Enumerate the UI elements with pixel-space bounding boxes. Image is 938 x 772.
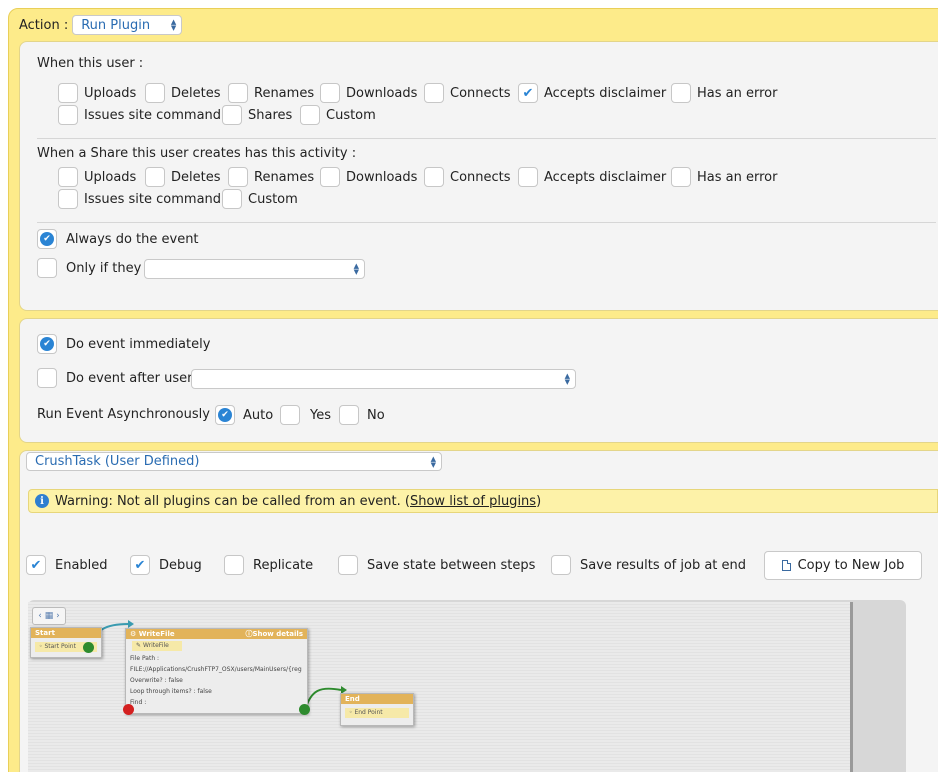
replicate-checkbox[interactable]: Replicate [224, 555, 313, 575]
action-row: Action : Run Plugin ▲ ▼ [19, 15, 183, 35]
writefile-input-port[interactable] [123, 704, 134, 715]
select-arrows-icon: ▲ ▼ [564, 372, 570, 386]
async-no-radio[interactable]: No [339, 405, 385, 425]
select-arrows-icon: ▲ ▼ [170, 18, 177, 32]
writefile-output-port[interactable] [299, 704, 310, 715]
async-yes-radio[interactable]: Yes [280, 405, 331, 425]
show-details-link[interactable]: ⓘShow details [245, 629, 303, 639]
user-deletes-checkbox[interactable]: Deletes [145, 83, 221, 103]
action-select[interactable]: Run Plugin ▲ ▼ [72, 15, 183, 35]
flow-designer: ‹ ▦ › Start ◦ Start Point ⚙ WriteFile ⓘS… [28, 600, 906, 772]
writefile-node[interactable]: ⚙ WriteFile ⓘShow details ✎ WriteFile Fi… [125, 628, 308, 714]
share-custom-checkbox[interactable]: Custom [222, 189, 298, 209]
user-shares-checkbox[interactable]: Shares [222, 105, 292, 125]
debug-checkbox[interactable]: ✔ Debug [130, 555, 202, 575]
select-arrows-icon: ▲ ▼ [353, 262, 359, 276]
share-deletes-checkbox[interactable]: Deletes [145, 167, 221, 187]
copy-to-new-job-button[interactable]: Copy to New Job [764, 551, 922, 580]
share-has-error-checkbox[interactable]: Has an error [671, 167, 777, 187]
checkmark-icon: ✔ [134, 557, 146, 573]
user-downloads-checkbox[interactable]: Downloads [320, 83, 417, 103]
do-event-after-user-checkbox[interactable]: Do event after user [37, 368, 193, 388]
share-uploads-checkbox[interactable]: Uploads [58, 167, 136, 187]
enabled-checkbox[interactable]: ✔ Enabled [26, 555, 108, 575]
always-do-event-checkbox[interactable]: ✔ Always do the event [37, 229, 199, 249]
flow-canvas[interactable]: ‹ ▦ › Start ◦ Start Point ⚙ WriteFile ⓘS… [28, 602, 853, 772]
only-if-select[interactable]: ▲ ▼ [144, 259, 365, 279]
info-icon: i [35, 494, 49, 508]
user-site-command-checkbox[interactable]: Issues site command [58, 105, 221, 125]
plugin-warning: i Warning: Not all plugins can be called… [28, 489, 938, 513]
async-auto-radio[interactable]: ✔ Auto [215, 405, 273, 425]
divider [37, 138, 936, 139]
document-icon [781, 560, 791, 571]
checkmark-icon: ✔ [218, 408, 232, 422]
after-user-select[interactable]: ▲ ▼ [191, 369, 576, 389]
checkmark-icon: ✔ [40, 232, 54, 246]
action-label: Action : [19, 17, 69, 33]
checkmark-icon: ✔ [522, 85, 534, 101]
save-state-checkbox[interactable]: Save state between steps [338, 555, 535, 575]
checkmark-icon: ✔ [40, 337, 54, 351]
share-downloads-checkbox[interactable]: Downloads [320, 167, 417, 187]
share-site-command-checkbox[interactable]: Issues site command [58, 189, 221, 209]
share-renames-checkbox[interactable]: Renames [228, 167, 314, 187]
share-connects-checkbox[interactable]: Connects [424, 167, 511, 187]
user-connects-checkbox[interactable]: Connects [424, 83, 511, 103]
checkmark-icon: ✔ [30, 557, 42, 573]
user-custom-checkbox[interactable]: Custom [300, 105, 376, 125]
plugin-select[interactable]: CrushTask (User Defined) ▲ ▼ [26, 452, 442, 471]
do-event-immediately-checkbox[interactable]: ✔ Do event immediately [37, 334, 210, 354]
user-renames-checkbox[interactable]: Renames [228, 83, 314, 103]
save-results-checkbox[interactable]: Save results of job at end [551, 555, 746, 575]
share-accepts-disclaimer-checkbox[interactable]: Accepts disclaimer [518, 167, 666, 187]
user-accepts-disclaimer-checkbox[interactable]: ✔ Accepts disclaimer [518, 83, 666, 103]
action-select-value: Run Plugin [81, 17, 151, 33]
only-if-checkbox[interactable]: Only if they [37, 258, 141, 278]
when-user-heading: When this user : [37, 56, 144, 71]
user-has-error-checkbox[interactable]: Has an error [671, 83, 777, 103]
select-arrows-icon: ▲ ▼ [430, 455, 436, 469]
writefile-title: ⚙ WriteFile [130, 630, 175, 638]
start-output-port[interactable] [83, 642, 94, 653]
async-label: Run Event Asynchronously : [37, 407, 219, 422]
divider [37, 222, 936, 223]
end-node[interactable]: End ◦ End Point [340, 693, 414, 726]
user-uploads-checkbox[interactable]: Uploads [58, 83, 136, 103]
when-share-heading: When a Share this user creates has this … [37, 146, 357, 161]
show-plugins-link[interactable]: Show list of plugins [410, 494, 536, 509]
